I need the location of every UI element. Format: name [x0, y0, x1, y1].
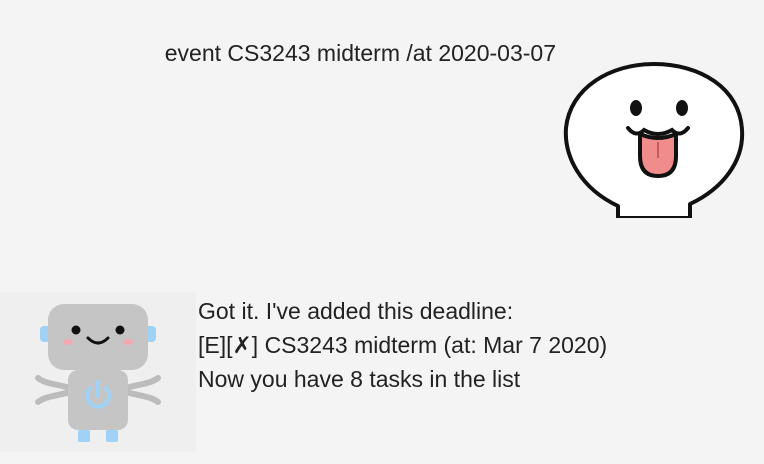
bot-message-line: [E][✗] CS3243 midterm (at: Mar 7 2020)	[198, 332, 608, 358]
tongue-out-face-icon	[563, 62, 745, 220]
bot-avatar	[0, 292, 196, 452]
bot-message-line: Now you have 8 tasks in the list	[198, 366, 521, 392]
user-message-text: event CS3243 midterm /at 2020-03-07	[164, 40, 556, 66]
bot-message-text: Got it. I've added this deadline: [E][✗]…	[198, 294, 758, 396]
robot-icon	[35, 304, 161, 442]
user-avatar	[560, 58, 750, 220]
bot-dialog-box: Got it. I've added this deadline: [E][✗]…	[0, 292, 764, 452]
bot-message-line: Got it. I've added this deadline:	[198, 298, 514, 324]
dialog-list: event CS3243 midterm /at 2020-03-07 Got …	[0, 0, 764, 464]
user-dialog-box: event CS3243 midterm /at 2020-03-07	[0, 0, 764, 232]
